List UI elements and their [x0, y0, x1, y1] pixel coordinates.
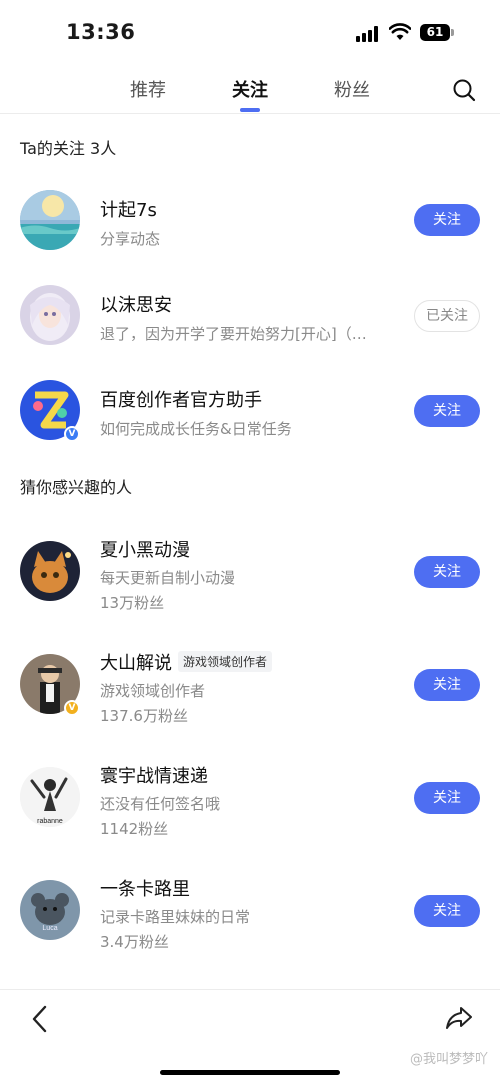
back-arrow-icon[interactable]: [28, 1004, 52, 1034]
creator-tag: 游戏领域创作者: [178, 651, 273, 672]
wifi-icon: [389, 23, 411, 40]
share-icon[interactable]: [444, 1004, 474, 1032]
follow-button[interactable]: 关注: [414, 669, 480, 701]
status-time: 13:36: [66, 20, 136, 44]
following-item[interactable]: V 百度创作者官方助手 如何完成成长任务&日常任务 关注: [0, 360, 500, 460]
user-desc: 退了，因为开学了要开始努力[开心]（…: [100, 325, 367, 343]
avatar[interactable]: [20, 190, 80, 250]
avatar[interactable]: Luca: [20, 880, 80, 940]
user-name[interactable]: 一条卡路里: [100, 875, 190, 901]
tab-fans[interactable]: 粉丝: [317, 76, 387, 102]
status-bar: 13:36 61: [0, 0, 500, 66]
fans-count: 1142粉丝: [100, 820, 169, 838]
follow-button[interactable]: 关注: [414, 395, 480, 427]
user-desc: 记录卡路里妹妹的日常: [100, 908, 251, 926]
suggested-item[interactable]: 夏小黑动漫 每天更新自制小动漫 13万粉丝 关注: [0, 520, 500, 620]
avatar[interactable]: [20, 285, 80, 345]
search-icon[interactable]: [452, 78, 476, 102]
tab-recommend[interactable]: 推荐: [113, 76, 183, 102]
user-name-text: 大山解说: [100, 653, 172, 674]
follow-button[interactable]: 关注: [414, 895, 480, 927]
tab-active-indicator: [240, 108, 260, 112]
user-desc: 分享动态: [100, 230, 161, 248]
battery-icon: 61: [420, 24, 454, 41]
user-name[interactable]: 计起7s: [100, 196, 157, 222]
follow-button[interactable]: 关注: [414, 556, 480, 588]
avatar-brand-text: rabanne: [37, 818, 63, 825]
user-name[interactable]: 寰宇战情速递: [100, 762, 208, 788]
follow-button[interactable]: 关注: [414, 782, 480, 814]
suggested-item[interactable]: rabanne 寰宇战情速递 还没有任何签名哦 1142粉丝 关注: [0, 746, 500, 846]
suggested-item[interactable]: V 大山解说 游戏领域创作者 游戏领域创作者 137.6万粉丝 关注: [0, 633, 500, 733]
user-name[interactable]: 夏小黑动漫: [100, 536, 190, 562]
user-desc: 每天更新自制小动漫: [100, 569, 236, 587]
fans-count: 137.6万粉丝: [100, 707, 188, 725]
suggest-section-title: 猜你感兴趣的人: [20, 478, 133, 497]
fans-count: 13万粉丝: [100, 594, 165, 612]
top-tabs: 推荐 关注 粉丝: [0, 66, 500, 114]
fans-count: 3.4万粉丝: [100, 933, 169, 951]
user-name[interactable]: 大山解说 游戏领域创作者: [100, 649, 273, 675]
follow-button[interactable]: 关注: [414, 204, 480, 236]
watermark: @我叫梦梦吖: [409, 1052, 488, 1067]
verified-badge-icon: V: [64, 426, 80, 442]
verified-badge-icon: V: [64, 700, 80, 716]
following-item[interactable]: 以沫思安 退了，因为开学了要开始努力[开心]（… 已关注: [0, 265, 500, 365]
user-desc: 还没有任何签名哦: [100, 795, 221, 813]
avatar[interactable]: rabanne: [20, 767, 80, 827]
following-item[interactable]: 计起7s 分享动态 关注: [0, 170, 500, 270]
home-indicator: [160, 1070, 340, 1075]
user-desc: 如何完成成长任务&日常任务: [100, 420, 292, 438]
tab-following[interactable]: 关注: [215, 76, 285, 102]
user-name[interactable]: 以沫思安: [100, 291, 172, 317]
avatar[interactable]: [20, 541, 80, 601]
bottom-bar: @我叫梦梦吖: [0, 989, 500, 1084]
following-section-title: Ta的关注 3人: [20, 139, 117, 158]
followed-button[interactable]: 已关注: [414, 300, 480, 332]
user-desc: 游戏领域创作者: [100, 682, 206, 700]
suggested-item[interactable]: Luca 一条卡路里 记录卡路里妹妹的日常 3.4万粉丝 关注: [0, 859, 500, 959]
avatar-brand-text: Luca: [42, 925, 57, 932]
user-name[interactable]: 百度创作者官方助手: [100, 386, 262, 412]
signal-icon: [356, 26, 382, 42]
